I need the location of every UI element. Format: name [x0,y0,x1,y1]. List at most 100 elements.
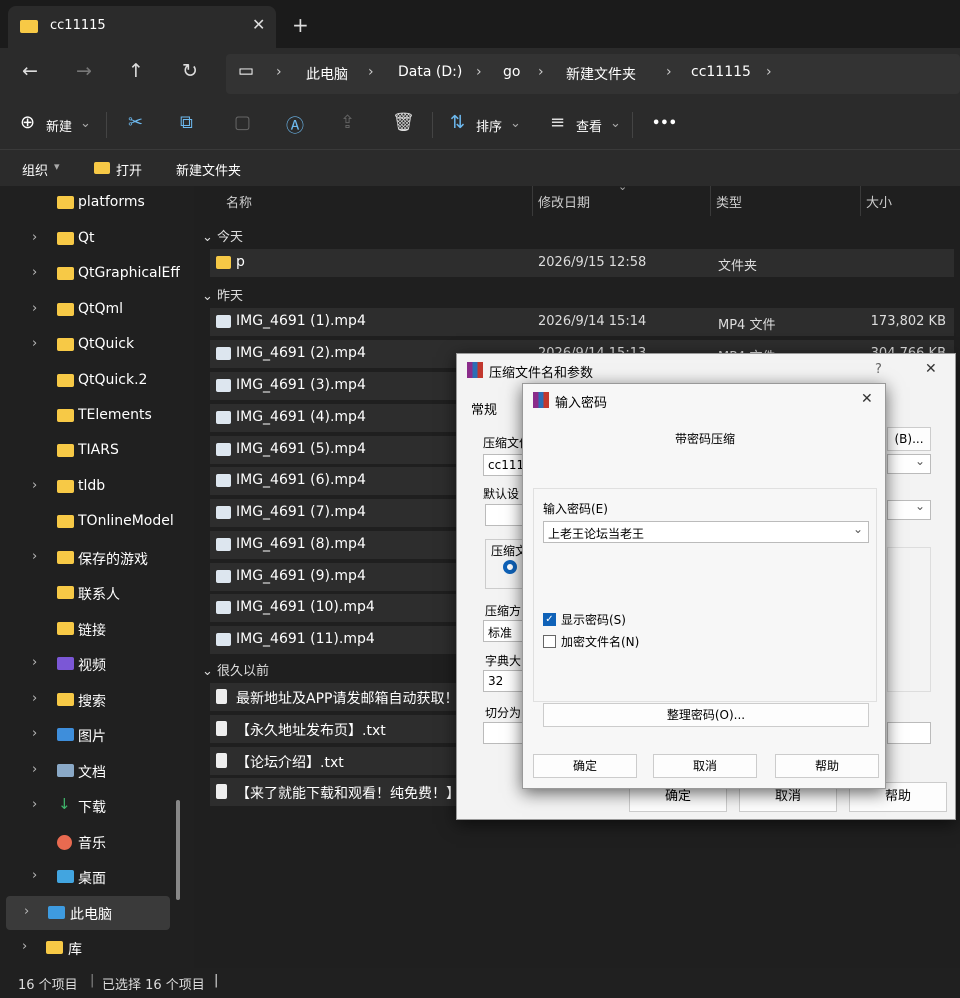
show-password-label[interactable]: 显示密码(S) [561,611,626,628]
password-field[interactable] [887,722,931,744]
column-header-size[interactable]: 大小 [866,192,892,211]
breadcrumb-item[interactable]: go [503,64,520,80]
column-header-date[interactable]: 修改日期 [538,192,590,211]
cut-icon[interactable]: ✂ [128,112,143,133]
chevron-right-icon[interactable]: › [32,478,37,493]
browse-button[interactable]: (B)... [887,427,931,451]
up-button[interactable]: ↑ [128,60,144,82]
sidebar-item-qt[interactable]: › Qt [0,222,190,256]
sidebar-item-tonlinemodel[interactable]: TOnlineModel [0,505,190,539]
sidebar-item-searches[interactable]: › 搜索 [0,683,190,717]
chevron-right-icon[interactable]: › [32,230,37,245]
sort-button[interactable]: 排序 [476,116,502,135]
breadcrumb-item[interactable]: Data (D:) [398,64,462,80]
new-folder-button[interactable]: 新建文件夹 [176,160,241,179]
divider [432,112,433,138]
profiles-button[interactable] [485,504,525,526]
chevron-right-icon[interactable]: › [32,797,37,812]
organize-passwords-button[interactable]: 整理密码(O)... [543,703,869,727]
back-button[interactable]: ← [22,60,38,82]
cancel-button[interactable]: 取消 [653,754,757,778]
sidebar-item-tldb[interactable]: › tldb [0,470,190,504]
breadcrumb-item[interactable]: cc11115 [691,64,751,80]
close-icon[interactable]: ✕ [861,391,873,407]
chevron-down-icon[interactable]: ⌄ [853,522,863,536]
sidebar-scrollbar[interactable] [176,800,180,900]
close-tab-icon[interactable]: ✕ [252,15,265,34]
tab-general[interactable]: 常规 [471,399,497,418]
ok-button[interactable]: 确定 [533,754,637,778]
sidebar-item-links[interactable]: 链接 [0,612,190,646]
format-radio[interactable] [503,560,517,574]
sidebar-item-platforms[interactable]: platforms [0,186,190,220]
group-header-today[interactable]: ⌄ 今天 [202,226,243,245]
sidebar-item-downloads[interactable]: › ↓ 下载 [0,789,190,823]
help-button[interactable]: 帮助 [775,754,879,778]
column-divider[interactable] [532,186,533,216]
rename-icon[interactable]: Ⓐ [286,112,304,138]
password-input[interactable]: 上老王论坛当老王 [543,521,869,543]
chevron-right-icon[interactable]: › [32,265,37,280]
sidebar-item-libraries[interactable]: › 库 [0,931,190,965]
close-icon[interactable]: ✕ [925,361,937,377]
sidebar-item-label: 图片 [78,729,106,745]
share-icon[interactable]: ⇪ [340,112,355,133]
open-button[interactable]: 打开 [116,160,142,179]
breadcrumb-item[interactable]: 此电脑 [306,64,348,84]
sidebar-item-documents[interactable]: › 文档 [0,754,190,788]
show-password-checkbox[interactable]: ✓ [543,613,556,626]
delete-icon[interactable]: 🗑 [392,112,415,133]
paste-icon[interactable]: ▢ [234,112,251,133]
sidebar-item-desktop[interactable]: › 桌面 [0,860,190,894]
help-icon[interactable]: ? [875,362,882,377]
sidebar-item-qtgraphicaleffects[interactable]: › QtGraphicalEff [0,257,190,291]
sidebar-item-qtquick2[interactable]: QtQuick.2 [0,364,190,398]
chevron-right-icon[interactable]: › [32,301,37,316]
address-bar[interactable]: ▭ › 此电脑 › Data (D:) › go › 新建文件夹 › cc111… [226,54,960,94]
sidebar-item-telements[interactable]: TElements [0,399,190,433]
column-divider[interactable] [710,186,711,216]
sidebar-item-saved-games[interactable]: › 保存的游戏 [0,541,190,575]
chevron-right-icon[interactable]: › [32,762,37,777]
breadcrumb-item[interactable]: 新建文件夹 [566,64,636,84]
table-row[interactable]: IMG_4691 (1).mp4 2026/9/14 15:14 MP4 文件 173… [210,308,954,336]
new-tab-button[interactable]: + [292,13,309,37]
sidebar-item-label: 下载 [78,800,106,816]
more-options-button[interactable]: ••• [652,116,677,131]
sidebar-item-tiars[interactable]: TIARS [0,434,190,468]
chevron-right-icon[interactable]: › [32,549,37,564]
new-button[interactable]: 新建 [46,116,72,135]
sidebar-item-qtqml[interactable]: › QtQml [0,293,190,327]
chevron-right-icon[interactable]: › [32,868,37,883]
chevron-right-icon[interactable]: › [32,726,37,741]
group-header-yesterday[interactable]: ⌄ 昨天 [202,285,243,304]
column-divider[interactable] [860,186,861,216]
chevron-right-icon[interactable]: › [32,655,37,670]
column-header-type[interactable]: 类型 [716,192,742,211]
split-volumes-input[interactable] [483,722,525,744]
refresh-button[interactable]: ↻ [182,60,198,82]
file-date: 2026/9/15 12:58 [538,255,647,270]
sidebar-item-music[interactable]: 音乐 [0,825,190,859]
sidebar-item-videos[interactable]: › 视频 [0,647,190,681]
view-button[interactable]: 查看 [576,116,602,135]
encrypt-filenames-checkbox[interactable] [543,635,556,648]
chevron-right-icon[interactable]: › [32,336,37,351]
forward-button[interactable]: → [76,60,92,82]
tab-cc11115[interactable]: cc11115 ✕ [8,6,276,48]
sidebar-item-qtquick[interactable]: › QtQuick [0,328,190,362]
chevron-right-icon[interactable]: › [32,691,37,706]
dictionary-size-select[interactable]: 32 [483,670,525,692]
encrypt-filenames-label[interactable]: 加密文件名(N) [561,633,639,650]
sidebar-item-contacts[interactable]: 联系人 [0,576,190,610]
table-row[interactable]: p 2026/9/15 12:58 文件夹 [210,249,954,277]
sidebar-item-pictures[interactable]: › 图片 [0,718,190,752]
sidebar-item-this-pc[interactable]: › 此电脑 [6,896,170,930]
compression-method-select[interactable]: 标准 [483,620,525,642]
group-header-long-ago[interactable]: ⌄ 很久以前 [202,660,269,679]
chevron-right-icon[interactable]: › [22,939,27,954]
column-header-name[interactable]: 名称 [226,192,252,211]
copy-icon[interactable]: ⧉ [180,112,193,133]
chevron-right-icon[interactable]: › [24,904,29,919]
organize-menu[interactable]: 组织 [22,160,48,179]
